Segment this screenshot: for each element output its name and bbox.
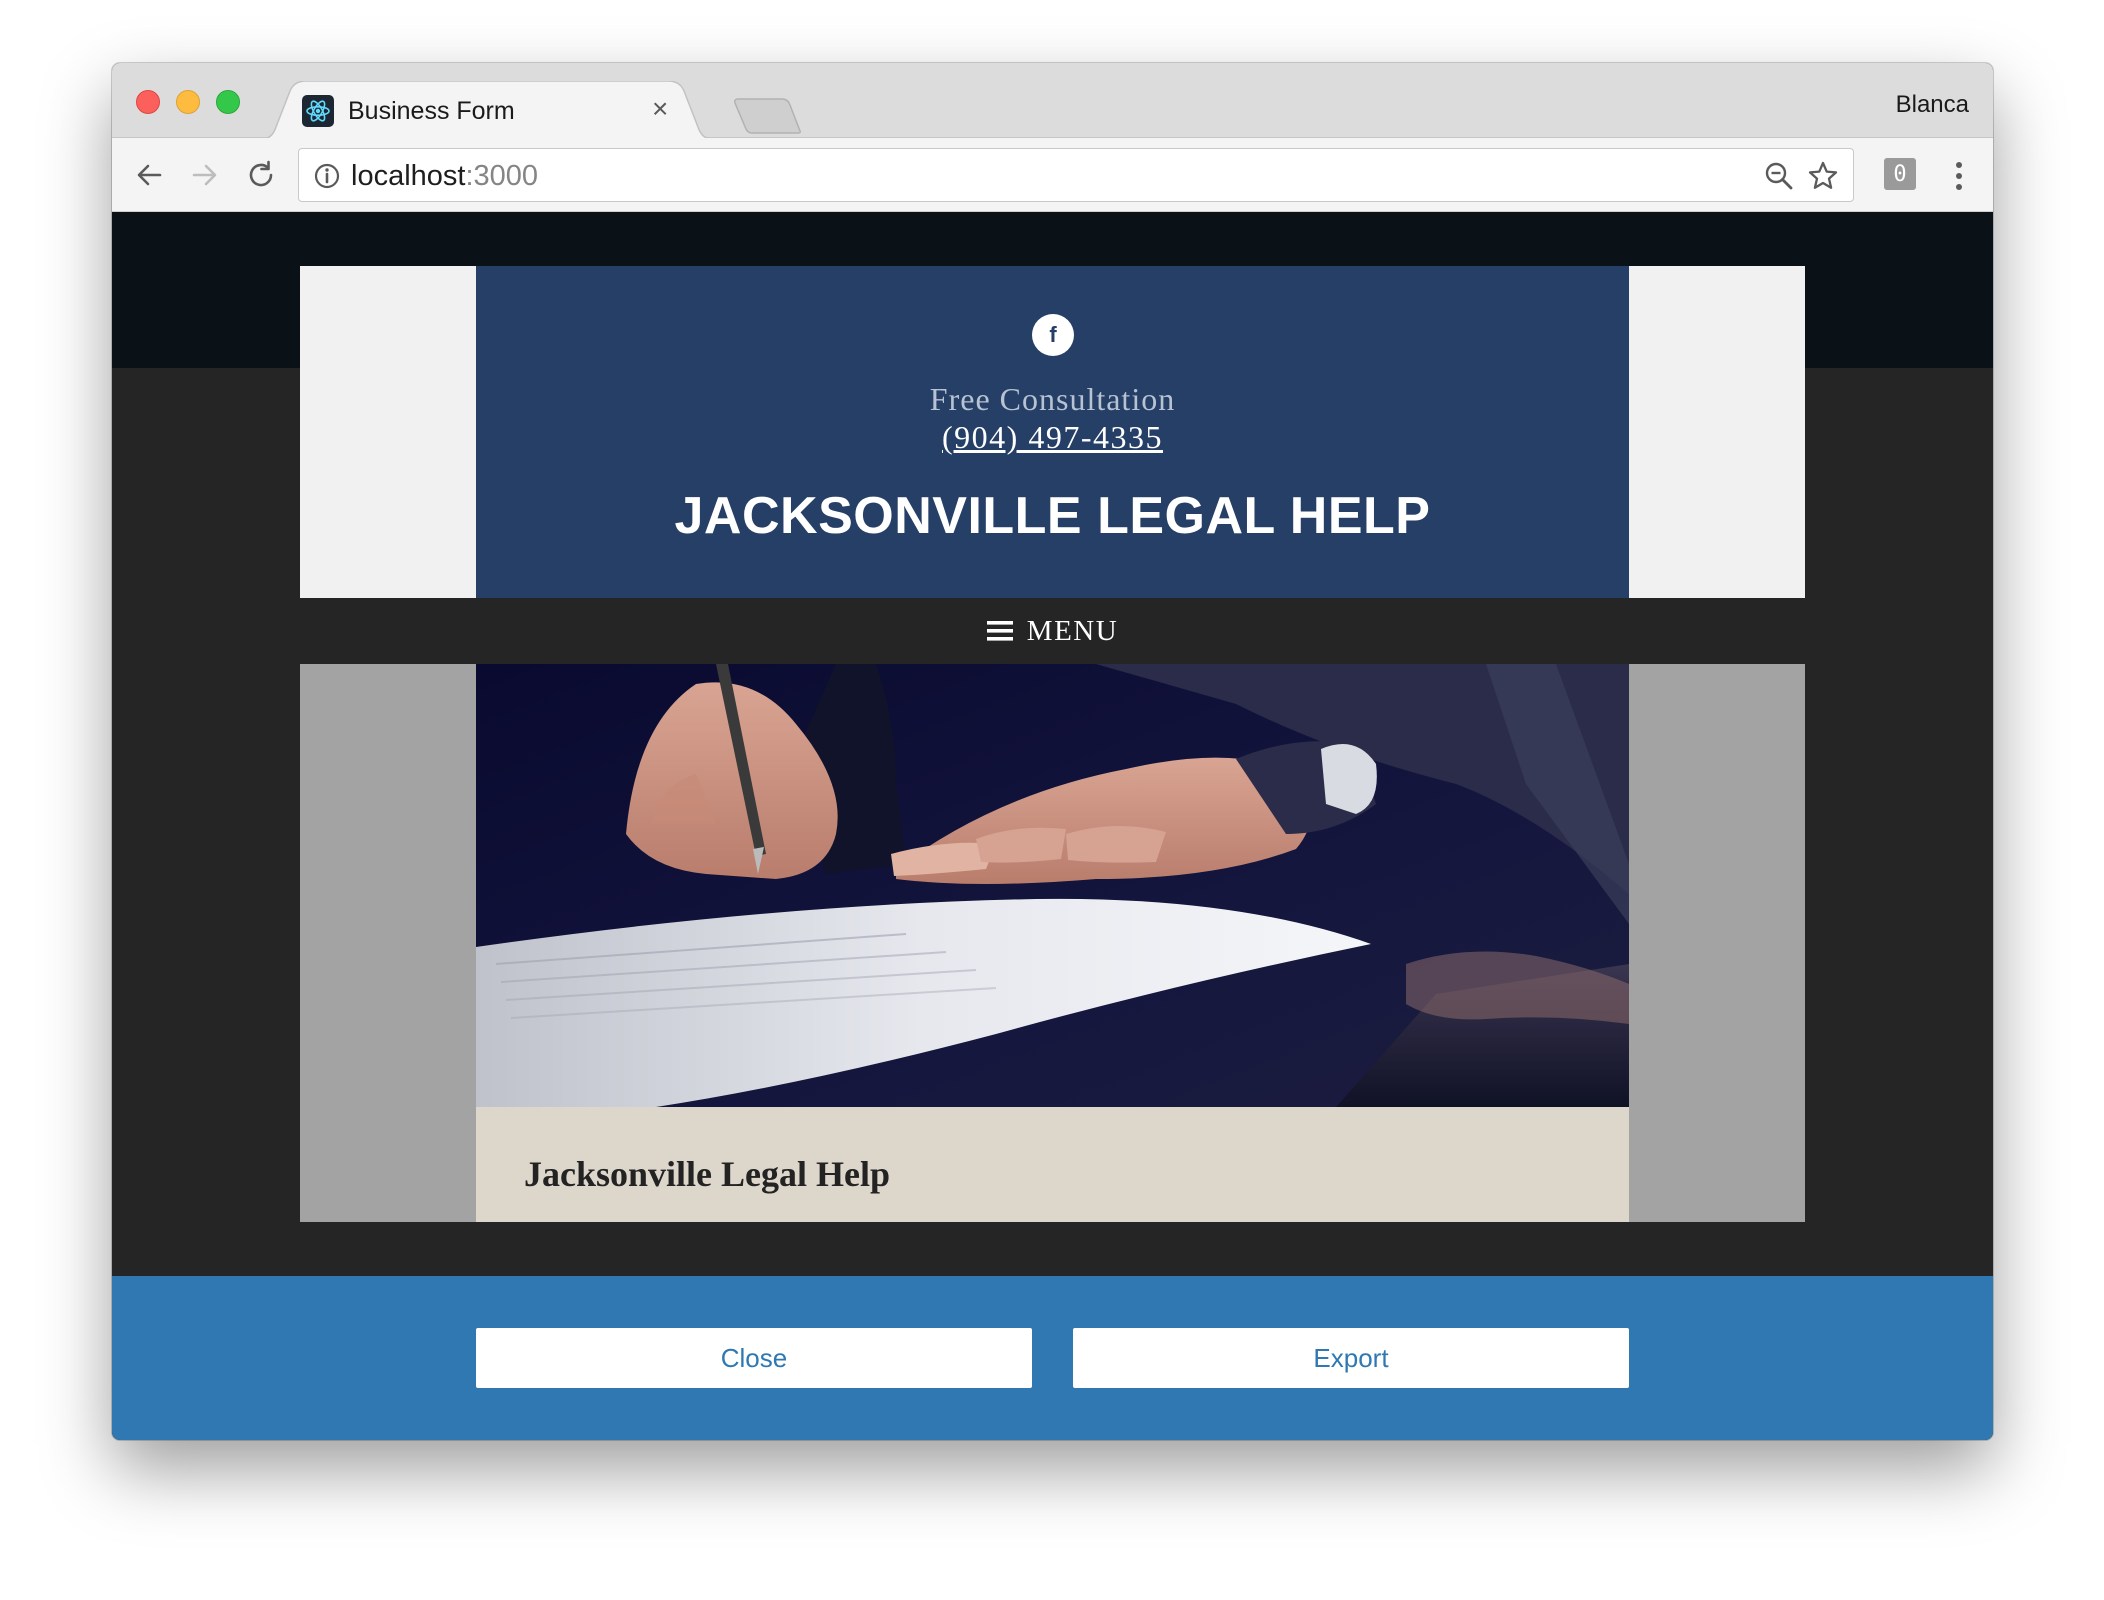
- phone-link[interactable]: (904) 497-4335: [942, 419, 1163, 455]
- action-footer: Close Export: [112, 1276, 1993, 1440]
- hero-side-panel-left: [300, 664, 476, 1222]
- maximize-window-button[interactable]: [216, 90, 240, 114]
- consultation-label: Free Consultation: [929, 381, 1176, 417]
- back-icon: [137, 164, 162, 186]
- tab-title: Business Form: [348, 97, 515, 125]
- browser-window: Business Form × Blanca localhost:3000 0: [112, 63, 1993, 1440]
- site-title: JACKSONVILLE LEGAL HELP: [674, 487, 1431, 545]
- profile-name[interactable]: Blanca: [1896, 90, 1969, 120]
- tab-close-icon[interactable]: ×: [652, 93, 668, 125]
- hero-caption-text: Jacksonville Legal Help: [524, 1154, 891, 1194]
- hero-side-panel-right: [1629, 664, 1805, 1222]
- react-favicon: [302, 95, 334, 127]
- address-bar[interactable]: localhost:3000: [298, 148, 1854, 202]
- zoom-out-icon[interactable]: [1763, 160, 1795, 192]
- minimize-window-button[interactable]: [176, 90, 200, 114]
- menu-dots-icon[interactable]: [1948, 156, 1970, 196]
- reload-button[interactable]: [242, 156, 280, 194]
- header-side-panel-right: [1629, 266, 1805, 598]
- new-tab-button[interactable]: [734, 97, 804, 135]
- tab-business-form[interactable]: Business Form ×: [262, 81, 712, 139]
- site-header: f Free Consultation (904) 497-4335 JACKS…: [476, 266, 1629, 598]
- back-button[interactable]: [130, 156, 168, 194]
- star-icon[interactable]: [1807, 160, 1839, 192]
- info-icon[interactable]: [313, 162, 341, 190]
- phone-line: (904) 497-4335: [476, 418, 1629, 456]
- facebook-icon[interactable]: f: [1032, 314, 1074, 356]
- menu-bar: MENU: [300, 598, 1805, 664]
- forward-icon: [192, 164, 217, 186]
- header-side-panel-left: [300, 266, 476, 598]
- url-text: localhost:3000: [351, 161, 538, 191]
- hero-caption: Jacksonville Legal Help: [476, 1107, 1629, 1222]
- menu-toggle[interactable]: MENU: [986, 614, 1119, 648]
- hamburger-icon: [986, 621, 1013, 641]
- menu-label: MENU: [1026, 614, 1119, 647]
- tab-strip: Business Form × Blanca: [112, 63, 1993, 139]
- close-window-button[interactable]: [136, 90, 160, 114]
- forward-button[interactable]: [186, 156, 224, 194]
- close-button[interactable]: Close: [476, 1328, 1032, 1388]
- url-port: :3000: [465, 160, 539, 192]
- reload-icon: [249, 160, 273, 187]
- url-host: localhost: [351, 160, 466, 192]
- page-viewport: f Free Consultation (904) 497-4335 JACKS…: [112, 212, 1993, 1440]
- browser-toolbar: localhost:3000 0: [112, 138, 1993, 212]
- export-button[interactable]: Export: [1073, 1328, 1629, 1388]
- hero-image: [476, 664, 1629, 1107]
- extension-icon[interactable]: 0: [1884, 158, 1916, 190]
